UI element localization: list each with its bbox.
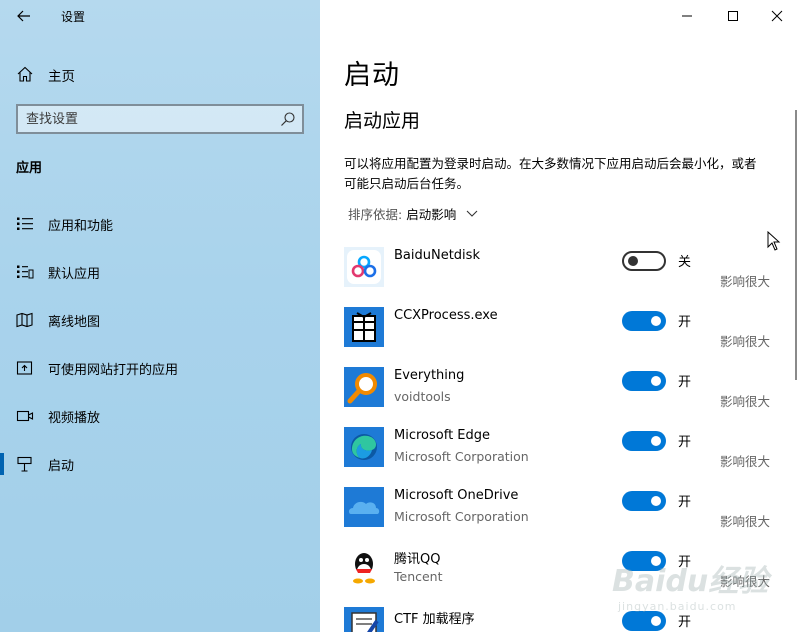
toggle-knob [651, 556, 661, 566]
search-input[interactable] [26, 110, 276, 128]
section-subtitle: 启动应用 [344, 110, 421, 132]
sort-label: 排序依据: [348, 207, 403, 222]
search-icon[interactable] [280, 111, 296, 127]
onedrive-icon [344, 487, 384, 527]
toggle-state: 关 [678, 255, 692, 270]
everything-icon [344, 367, 384, 407]
startup-toggle[interactable] [622, 431, 666, 451]
qq-icon [344, 547, 384, 587]
sort-value[interactable]: 启动影响 [406, 204, 456, 223]
sidebar-item-default-apps[interactable]: 默认应用 [0, 252, 320, 292]
startup-app-row: CCXProcess.exe 开 影响很大 [320, 300, 800, 360]
minimize-button[interactable] [664, 0, 710, 32]
sort-dropdown[interactable]: 排序依据: 启动影响 [348, 204, 478, 223]
sidebar: 设置 主页 应用 应用和功能 默认应用 离线地图 [0, 0, 320, 632]
app-name: BaiduNetdisk [394, 248, 480, 263]
close-button[interactable] [754, 0, 800, 32]
scrollbar[interactable] [795, 110, 797, 380]
default-apps-icon [17, 265, 34, 279]
app-name: Everything [394, 368, 465, 383]
startup-impact: 影响很大 [720, 274, 771, 289]
apps-for-websites-icon [16, 361, 33, 375]
active-indicator [0, 453, 4, 475]
window-title: 设置 [61, 10, 86, 24]
toggle-knob [651, 316, 661, 326]
back-button[interactable] [10, 4, 38, 28]
startup-impact: 影响很大 [720, 394, 771, 409]
edge-icon [344, 427, 384, 467]
startup-app-row: Everything voidtools 开 影响很大 [320, 360, 800, 420]
search-box[interactable] [16, 104, 304, 134]
startup-app-row: Microsoft OneDrive Microsoft Corporation… [320, 480, 800, 540]
app-name: Microsoft OneDrive [394, 488, 519, 503]
startup-impact: 影响很大 [720, 514, 771, 529]
startup-app-row: Microsoft Edge Microsoft Corporation 开 影… [320, 420, 800, 480]
sidebar-item-home[interactable]: 主页 [0, 58, 320, 90]
startup-app-row: CTF 加载程序 开 [320, 600, 800, 632]
titlebar-left: 设置 [0, 0, 320, 32]
startup-impact: 影响很大 [720, 334, 771, 349]
toggle-knob [651, 436, 661, 446]
mouse-cursor-icon [767, 231, 781, 251]
sidebar-item-label: 默认应用 [48, 267, 101, 282]
toggle-knob [651, 496, 661, 506]
startup-app-row: BaiduNetdisk 关 影响很大 [320, 240, 800, 300]
app-name: CCXProcess.exe [394, 308, 498, 323]
startup-icon [17, 456, 32, 472]
toggle-state: 开 [678, 495, 692, 510]
back-arrow-icon [17, 10, 30, 22]
toggle-knob [628, 256, 638, 266]
sidebar-item-offline-maps[interactable]: 离线地图 [0, 300, 320, 340]
startup-app-row: 腾讯QQ Tencent 开 影响很大 [320, 540, 800, 600]
sidebar-item-label: 可使用网站打开的应用 [48, 363, 179, 378]
offline-maps-icon [16, 312, 33, 328]
sidebar-item-label: 离线地图 [48, 315, 101, 330]
maximize-button[interactable] [710, 0, 756, 32]
startup-impact: 影响很大 [720, 454, 771, 469]
page-title: 启动 [344, 60, 400, 91]
sidebar-item-startup[interactable]: 启动 [0, 444, 320, 484]
app-name: Microsoft Edge [394, 428, 491, 443]
sidebar-item-label: 启动 [48, 459, 75, 474]
toggle-state: 开 [678, 315, 692, 330]
sidebar-item-label: 视频播放 [48, 411, 101, 426]
sidebar-item-video-playback[interactable]: 视频播放 [0, 396, 320, 436]
startup-toggle[interactable] [622, 311, 666, 331]
close-icon [771, 10, 783, 22]
toggle-knob [651, 376, 661, 386]
maximize-icon [728, 11, 738, 21]
toggle-state: 开 [678, 615, 692, 630]
app-publisher: voidtools [394, 389, 451, 404]
sidebar-item-apps-features[interactable]: 应用和功能 [0, 204, 320, 244]
main-content: 启动 启动应用 可以将应用配置为登录时启动。在大多数情况下应用启动后会最小化，或… [320, 0, 800, 632]
minimize-icon [682, 15, 692, 17]
startup-toggle[interactable] [622, 491, 666, 511]
sidebar-item-apps-for-websites[interactable]: 可使用网站打开的应用 [0, 348, 320, 388]
home-icon [17, 66, 33, 82]
app-name: 腾讯QQ [394, 552, 441, 567]
baidunetdisk-icon [344, 247, 384, 287]
description-text: 可以将应用配置为登录时启动。在大多数情况下应用启动后会最小化，或者可能只启动后台… [344, 156, 757, 191]
video-playback-icon [16, 410, 34, 422]
startup-toggle[interactable] [622, 611, 666, 631]
section-heading: 应用 [16, 161, 43, 176]
chevron-down-icon[interactable] [466, 210, 478, 218]
startup-impact: 影响很大 [720, 574, 771, 589]
app-publisher: Tencent [394, 569, 443, 584]
app-publisher: Microsoft Corporation [394, 509, 529, 524]
toggle-state: 开 [678, 375, 692, 390]
toggle-state: 开 [678, 555, 692, 570]
sidebar-item-label: 主页 [48, 69, 75, 85]
app-name: CTF 加载程序 [394, 612, 475, 627]
startup-toggle[interactable] [622, 371, 666, 391]
startup-toggle[interactable] [622, 551, 666, 571]
startup-toggle[interactable] [622, 251, 666, 271]
toggle-state: 开 [678, 435, 692, 450]
app-publisher: Microsoft Corporation [394, 449, 529, 464]
sidebar-item-label: 应用和功能 [48, 219, 114, 234]
apps-features-icon [17, 217, 33, 230]
toggle-knob [651, 616, 661, 626]
ctf-loader-icon [344, 607, 384, 632]
ccxprocess-icon [344, 307, 384, 347]
